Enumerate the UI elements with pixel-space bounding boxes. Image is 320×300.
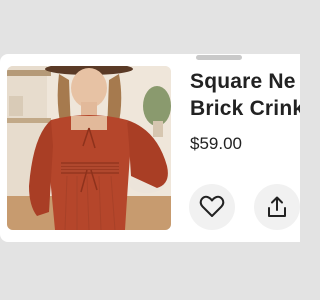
- sheet-drag-handle[interactable]: [196, 55, 242, 60]
- product-title-line-2: Brick Crink: [190, 97, 300, 120]
- product-price: $59.00: [190, 134, 242, 153]
- product-card[interactable]: Square Ne Brick Crink $59.00: [0, 54, 300, 242]
- favorite-button[interactable]: [189, 184, 235, 230]
- share-button[interactable]: [254, 184, 300, 230]
- product-title[interactable]: Square Ne Brick Crink: [190, 68, 300, 122]
- heart-outline-icon: [199, 195, 225, 217]
- product-image[interactable]: [7, 66, 171, 230]
- share-upload-icon: [268, 196, 286, 217]
- product-title-line-1: Square Ne: [190, 70, 296, 93]
- product-photo-illustration: [7, 66, 171, 230]
